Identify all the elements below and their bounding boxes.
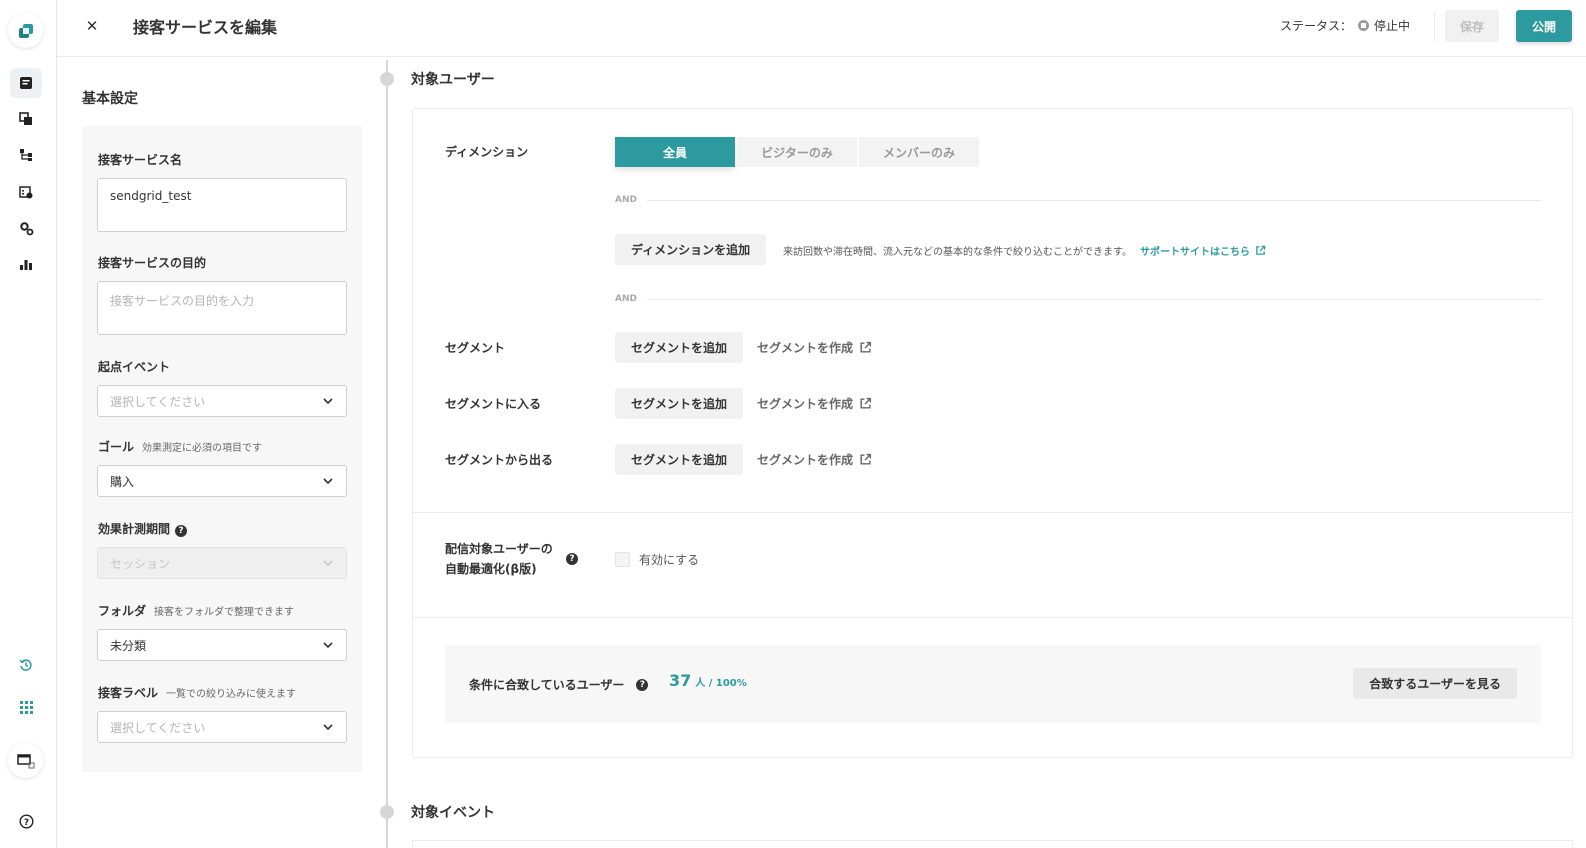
tab-members[interactable]: メンバーのみ xyxy=(859,137,979,167)
copy-icon[interactable] xyxy=(10,104,42,134)
publish-button[interactable]: 公開 xyxy=(1516,10,1572,42)
and-divider: AND xyxy=(615,194,1541,206)
auto-optimize-label: 配信対象ユーザーの 自動最適化(β版) xyxy=(445,542,553,576)
segment-exit-label: セグメントから出る xyxy=(445,453,554,467)
calendar-settings-icon[interactable] xyxy=(10,177,42,207)
window-icon[interactable] xyxy=(8,743,43,778)
start-event-label: 起点イベント xyxy=(98,360,171,374)
basic-settings-title: 基本設定 xyxy=(82,91,138,107)
view-matching-users-button[interactable]: 合致するユーザーを見る xyxy=(1353,668,1517,699)
close-button[interactable]: ✕ xyxy=(81,15,103,37)
create-segment-link[interactable]: セグメントを作成 xyxy=(757,395,872,412)
tag-value: 選択してください xyxy=(110,720,206,735)
goal-select[interactable]: 購入 xyxy=(97,465,347,497)
folder-select[interactable]: 未分類 xyxy=(97,629,347,661)
external-link-icon xyxy=(860,397,872,409)
segment-enter-label: セグメントに入る xyxy=(445,397,542,411)
service-name-label: 接客サービス名 xyxy=(98,153,183,167)
history-icon[interactable] xyxy=(10,650,42,680)
purpose-field[interactable]: 接客サービスの目的を入力 xyxy=(97,281,347,335)
question-icon[interactable]: ? xyxy=(175,525,188,537)
chevron-down-icon xyxy=(323,642,333,649)
target-users-title: 対象ユーザー xyxy=(411,72,495,88)
external-link-icon xyxy=(1256,245,1266,255)
dimension-help: 来訪回数や滞在時間、流入元などの基本的な条件で絞り込むことができます。 サポート… xyxy=(783,243,1266,258)
chevron-down-icon xyxy=(323,724,333,731)
and-divider: AND xyxy=(615,293,1541,305)
apps-grid-icon[interactable] xyxy=(10,692,42,722)
create-segment-link[interactable]: セグメントを作成 xyxy=(757,451,872,468)
divider xyxy=(413,617,1572,618)
external-link-icon xyxy=(860,453,872,465)
goal-value: 購入 xyxy=(110,474,135,489)
flow-icon[interactable] xyxy=(10,140,42,170)
status-label: ステータス： xyxy=(1279,19,1352,33)
tag-label: 接客ラベル 一覧での絞り込みに使えます xyxy=(98,686,297,700)
matching-users-count: 37 人 / 100% xyxy=(669,671,747,690)
save-button[interactable]: 保存 xyxy=(1445,10,1499,42)
folder-label: フォルダ 接客をフォルダで整理できます xyxy=(98,604,295,618)
stop-icon xyxy=(1357,20,1369,31)
target-users-card: ディメンション 全員 ビジターのみ メンバーのみ AND ディメンションを追加 … xyxy=(412,108,1573,758)
campaign-icon[interactable] xyxy=(10,68,42,98)
matching-users-box: 条件に合致しているユーザー ? 37 人 / 100% 合致するユーザーを見る xyxy=(445,645,1541,723)
help-icon[interactable]: ? xyxy=(10,806,42,836)
logo-icon[interactable] xyxy=(8,13,43,48)
divider xyxy=(1434,12,1435,42)
status-value: 停止中 xyxy=(1373,19,1410,33)
service-name-field[interactable]: sendgrid_test xyxy=(97,178,347,232)
target-events-title: 対象イベント xyxy=(411,805,495,821)
header-bar: ✕ 接客サービスを編集 ステータス： 停止中 保存 公開 xyxy=(57,0,1586,57)
chevron-down-icon xyxy=(323,398,333,405)
start-event-value: 選択してください xyxy=(110,394,206,409)
period-value: セッション xyxy=(110,556,171,571)
period-select: セッション xyxy=(97,547,347,579)
timeline-line xyxy=(386,60,388,848)
add-segment-enter-button[interactable]: セグメントを追加 xyxy=(615,388,744,419)
add-segment-exit-button[interactable]: セグメントを追加 xyxy=(615,444,744,475)
target-events-card xyxy=(412,840,1573,848)
timeline-dot xyxy=(380,805,394,819)
question-icon[interactable]: ? xyxy=(636,678,649,691)
start-event-select[interactable]: 選択してください xyxy=(97,385,347,417)
purpose-label: 接客サービスの目的 xyxy=(98,256,207,270)
dimension-label: ディメンション xyxy=(445,145,529,159)
chart-icon[interactable] xyxy=(10,249,42,279)
tab-all[interactable]: 全員 xyxy=(615,137,735,167)
add-segment-button[interactable]: セグメントを追加 xyxy=(615,332,744,363)
checkbox-label: 有効にする xyxy=(639,553,700,567)
goal-label: ゴール 効果測定に必須の項目です xyxy=(98,440,263,454)
tab-visitors[interactable]: ビジターのみ xyxy=(737,137,857,167)
left-rail: ? xyxy=(0,0,57,848)
segment-label: セグメント xyxy=(445,341,506,355)
create-segment-link[interactable]: セグメントを作成 xyxy=(757,339,872,356)
auto-optimize-toggle[interactable]: 有効にする xyxy=(615,551,699,568)
basic-settings-panel: 接客サービス名 sendgrid_test 接客サービスの目的 接客サービスの目… xyxy=(82,126,362,772)
support-link[interactable]: サポートサイトはこちら xyxy=(1140,243,1266,258)
folder-value: 未分類 xyxy=(110,638,147,653)
divider xyxy=(413,512,1572,513)
add-dimension-button[interactable]: ディメンションを追加 xyxy=(615,234,767,265)
external-link-icon xyxy=(860,341,872,353)
chevron-down-icon xyxy=(323,560,333,567)
chevron-down-icon xyxy=(323,478,333,485)
tag-select[interactable]: 選択してください xyxy=(97,711,347,743)
status-indicator: ステータス： 停止中 xyxy=(1280,17,1410,34)
gear-icon[interactable] xyxy=(10,213,42,243)
period-label: 効果計測期間? xyxy=(98,520,188,537)
checkbox[interactable] xyxy=(615,552,630,567)
svg-text:?: ? xyxy=(23,818,28,828)
question-icon[interactable]: ? xyxy=(566,553,578,565)
dimension-tabs: 全員 ビジターのみ メンバーのみ xyxy=(615,137,981,167)
matching-users-label: 条件に合致しているユーザー ? xyxy=(469,676,649,693)
page-title: 接客サービスを編集 xyxy=(133,18,278,37)
timeline-dot xyxy=(380,72,394,86)
